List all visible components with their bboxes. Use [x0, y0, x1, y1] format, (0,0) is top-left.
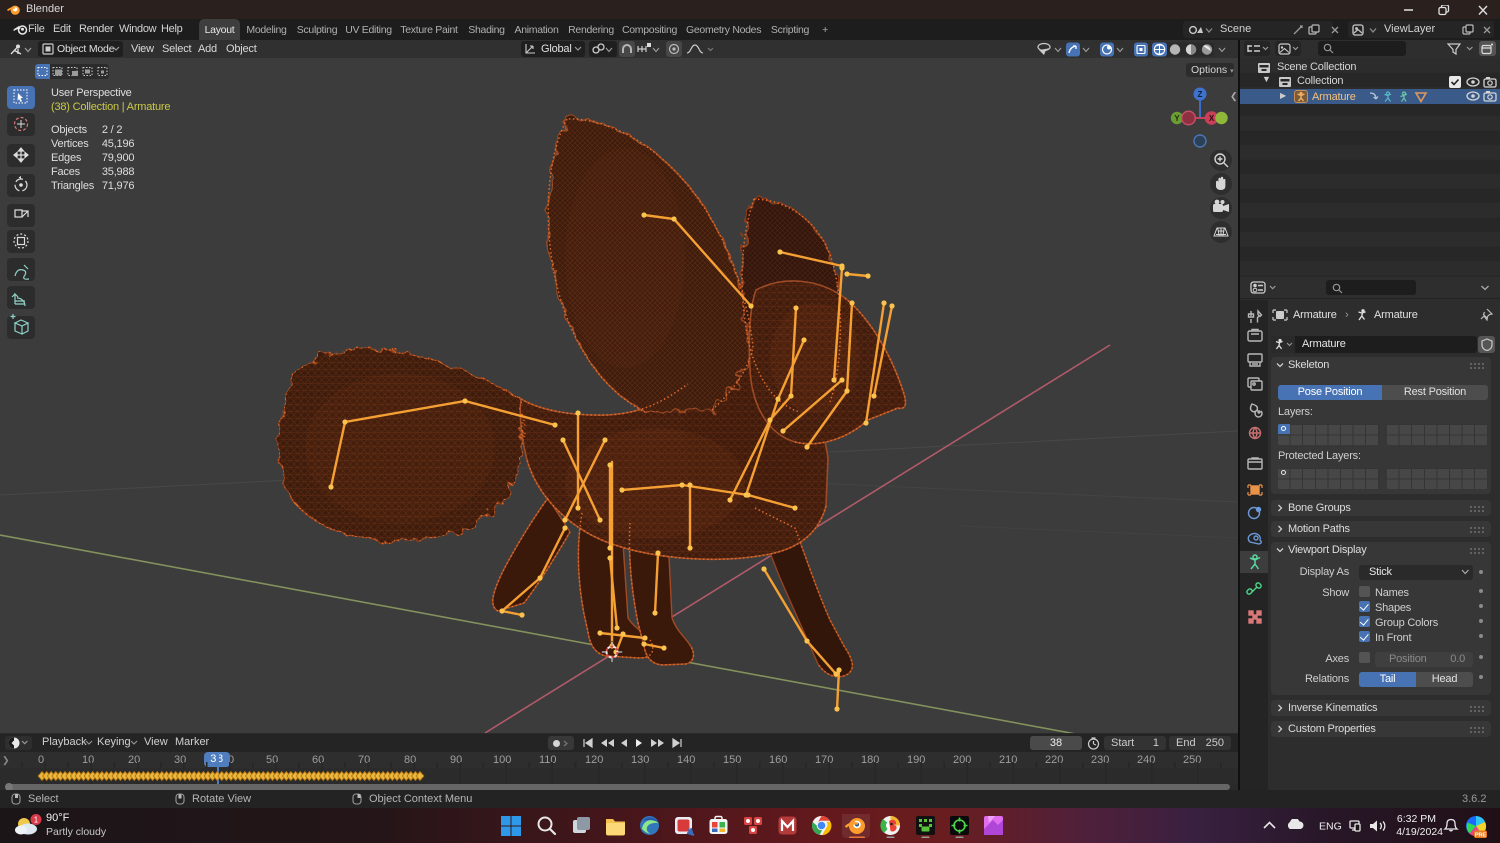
svg-text:X: X — [1209, 114, 1215, 123]
svg-text:ENG: ENG — [1319, 821, 1342, 833]
svg-text:PRE: PRE — [1475, 833, 1487, 839]
svg-text:Y: Y — [1174, 114, 1180, 123]
svg-text:Z: Z — [1198, 90, 1203, 99]
svg-text:1: 1 — [34, 816, 39, 825]
